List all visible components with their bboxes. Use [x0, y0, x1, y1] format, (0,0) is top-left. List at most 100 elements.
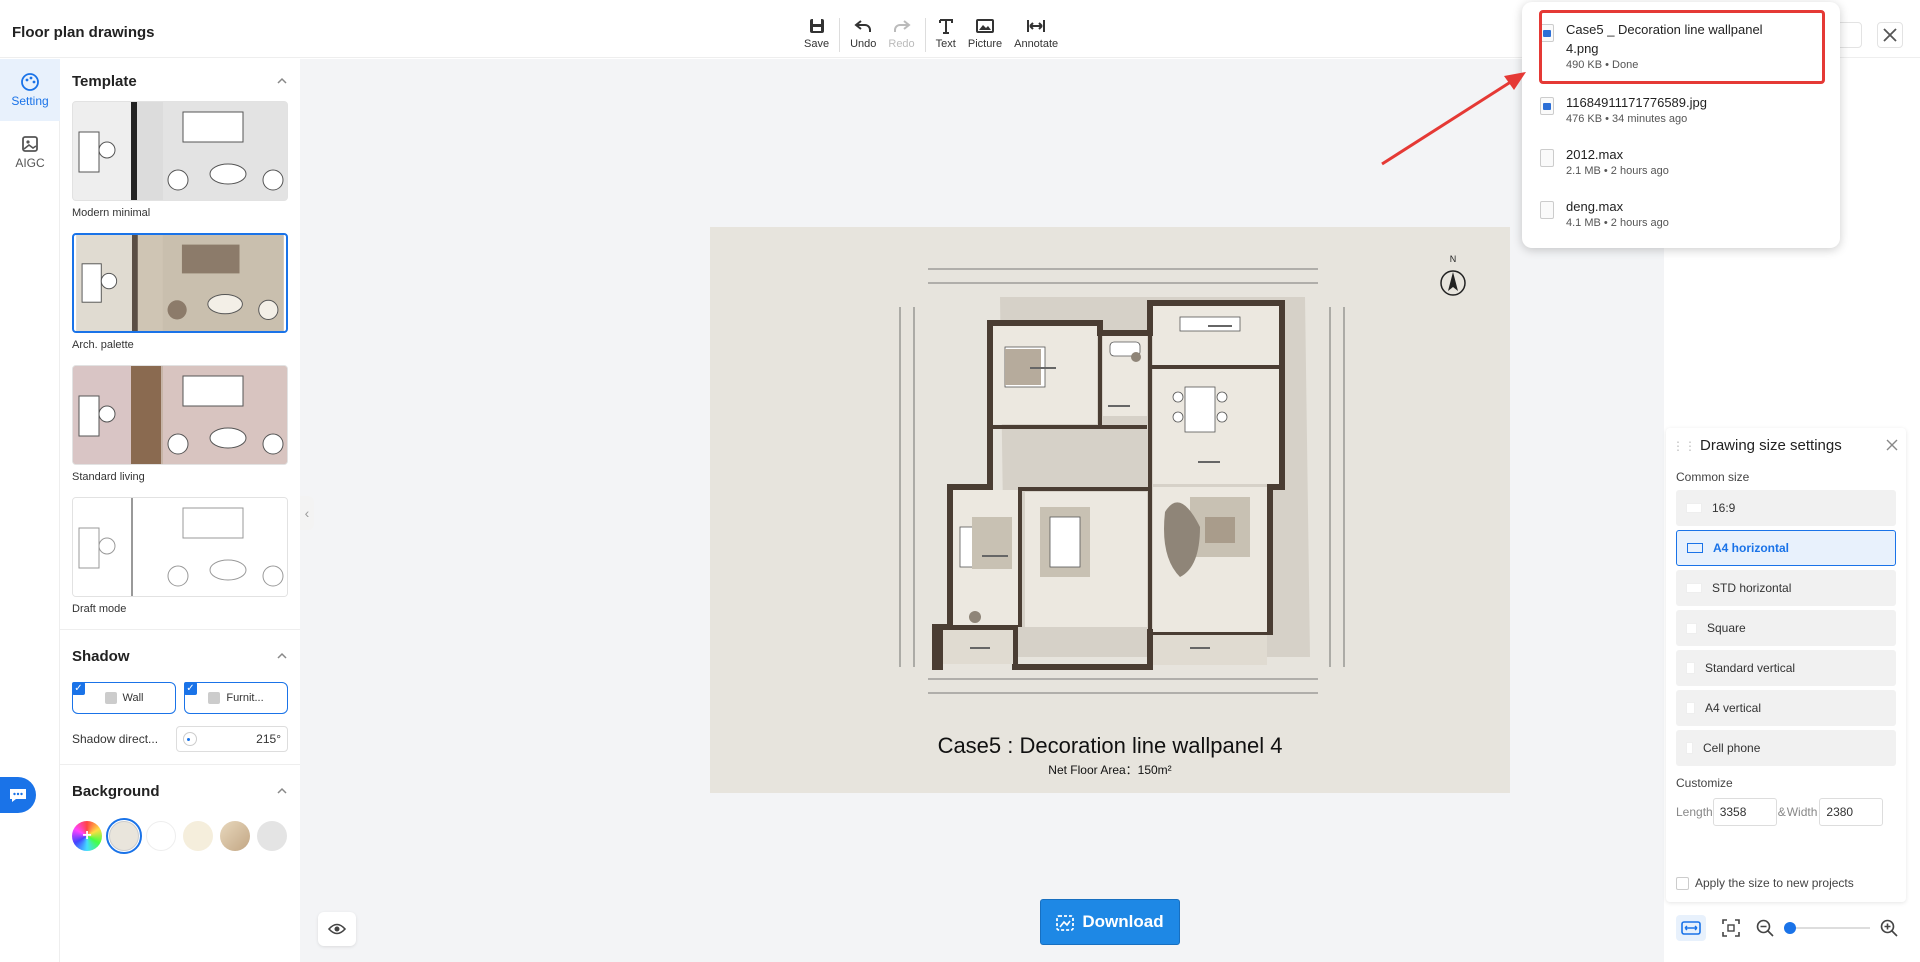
toolbar-divider — [839, 18, 841, 52]
close-button[interactable] — [1877, 22, 1903, 48]
rail-item-aigc[interactable]: AIGC — [0, 121, 60, 183]
rail-item-setting[interactable]: Setting — [0, 59, 60, 121]
template-modern-minimal[interactable]: Modern minimal — [72, 101, 288, 219]
furniture-icon — [208, 692, 221, 704]
length-input[interactable]: 3358 — [1712, 798, 1777, 826]
eye-icon — [328, 923, 346, 935]
rail-aigc-label: AIGC — [15, 156, 45, 170]
template-arch-palette[interactable]: Arch. palette — [72, 233, 288, 351]
swatch-cream[interactable] — [183, 821, 213, 851]
preview-toggle-button[interactable] — [318, 912, 356, 946]
chevron-left-icon: ‹ — [304, 505, 310, 521]
swatch-white[interactable] — [146, 821, 176, 851]
download-item[interactable]: 2012.max 2.1 MB • 2 hours ago — [1540, 145, 1830, 177]
square-icon — [1686, 622, 1697, 634]
redo-icon — [893, 20, 911, 32]
size-option-cell-phone[interactable]: Cell phone — [1676, 730, 1896, 766]
zoom-controls — [1666, 910, 1906, 946]
size-option-16-9[interactable]: 16:9 — [1676, 490, 1896, 526]
download-item[interactable]: deng.max 4.1 MB • 2 hours ago — [1540, 197, 1830, 229]
zoom-slider[interactable] — [1784, 922, 1870, 934]
furniture-shadow-checkbox[interactable]: ✓ Furnit... — [184, 682, 288, 714]
size-option-a4-vertical[interactable]: A4 vertical — [1676, 690, 1896, 726]
chat-icon — [10, 789, 26, 802]
close-icon[interactable] — [1886, 439, 1898, 451]
swatch-tan[interactable] — [220, 821, 250, 851]
landscape-icon — [1686, 583, 1702, 593]
swatch-beige[interactable] — [106, 818, 142, 854]
shadow-options: ✓ Wall ✓ Furnit... — [60, 682, 300, 714]
template-label: Modern minimal — [72, 207, 151, 219]
annotate-label: Annotate — [1014, 38, 1059, 50]
template-label: Standard living — [72, 471, 145, 483]
background-swatches: + — [60, 818, 300, 854]
size-option-std-horizontal[interactable]: STD horizontal — [1676, 570, 1896, 606]
text-label: Text — [935, 38, 956, 50]
divider — [60, 764, 300, 765]
length-label: Length — [1676, 805, 1713, 819]
chevron-up-icon — [277, 652, 287, 659]
wall-shadow-checkbox[interactable]: ✓ Wall — [72, 682, 176, 714]
size-option-standard-vertical[interactable]: Standard vertical — [1676, 650, 1896, 686]
download-button[interactable]: Download — [1040, 899, 1180, 945]
shadow-direction-input[interactable]: 215° — [176, 726, 288, 752]
template-standard-living[interactable]: Standard living — [72, 365, 288, 483]
text-button[interactable]: Text — [930, 14, 962, 52]
apply-size-label: Apply the size to new projects — [1695, 876, 1854, 890]
shadow-direction-label: Shadow direct... — [72, 732, 159, 746]
background-section-header[interactable]: Background — [60, 771, 300, 811]
shadow-direction-row: Shadow direct... 215° — [60, 726, 300, 752]
template-draft-mode[interactable]: Draft mode — [72, 497, 288, 615]
palette-icon — [21, 73, 39, 91]
annotate-icon — [1027, 20, 1046, 32]
image-ai-icon — [22, 136, 38, 152]
save-button[interactable]: Save — [798, 14, 835, 52]
template-section-header[interactable]: Template — [60, 61, 300, 101]
annotate-button[interactable]: Annotate — [1008, 14, 1064, 52]
rail-setting-label: Setting — [11, 94, 49, 108]
size-option-label: STD horizontal — [1712, 581, 1792, 595]
apply-size-checkbox[interactable]: Apply the size to new projects — [1676, 876, 1854, 890]
canvas-area[interactable]: N Case5 : Decoration line wallpanel 4 Ne… — [300, 59, 1664, 962]
fit-screen-button[interactable] — [1716, 915, 1746, 941]
floor-plan-drawing[interactable]: N Case5 : Decoration line wallpanel 4 Ne… — [710, 227, 1510, 793]
custom-color-picker[interactable]: + — [72, 821, 102, 851]
link-icon[interactable]: & — [1778, 805, 1786, 819]
fit-width-icon — [1681, 921, 1701, 935]
swatch-grey[interactable] — [257, 821, 287, 851]
file-icon — [1540, 201, 1554, 219]
image-file-icon — [1540, 97, 1554, 115]
customize-label: Customize — [1676, 776, 1733, 790]
size-option-square[interactable]: Square — [1676, 610, 1896, 646]
app-root: Floor plan drawings Save Undo Redo Text — [0, 0, 1920, 962]
drawing-size-panel: ⋮⋮ Drawing size settings Common size 16:9… — [1666, 428, 1906, 902]
template-thumbnail — [72, 101, 288, 201]
portrait-icon — [1686, 662, 1695, 674]
undo-button[interactable]: Undo — [844, 14, 882, 52]
zoom-in-icon[interactable] — [1880, 919, 1898, 937]
direction-dial-icon[interactable] — [183, 732, 197, 746]
redo-button[interactable]: Redo — [882, 14, 920, 52]
check-icon: ✓ — [72, 682, 85, 695]
redo-label: Redo — [888, 38, 915, 50]
shadow-direction-value: 215° — [256, 732, 281, 746]
template-label: Draft mode — [72, 603, 127, 615]
drag-handle-icon[interactable]: ⋮⋮ — [1672, 439, 1696, 453]
chat-support-button[interactable] — [0, 777, 36, 813]
fit-width-button[interactable] — [1676, 915, 1706, 941]
landscape-icon — [1686, 503, 1702, 513]
shadow-section-header[interactable]: Shadow — [60, 636, 300, 676]
common-size-label: Common size — [1676, 470, 1750, 484]
size-option-a4-horizontal[interactable]: A4 horizontal — [1676, 530, 1896, 566]
download-image-icon — [1056, 915, 1075, 931]
download-item[interactable]: 11684911171776589.jpg 476 KB • 34 minute… — [1540, 93, 1830, 125]
template-label: Arch. palette — [72, 339, 134, 351]
checkbox-icon — [1676, 876, 1689, 890]
shadow-heading: Shadow — [72, 647, 130, 665]
width-input[interactable]: 2380 — [1819, 798, 1884, 826]
portrait-icon — [1686, 702, 1695, 714]
fit-screen-icon — [1722, 919, 1740, 937]
picture-button[interactable]: Picture — [962, 14, 1008, 52]
zoom-out-icon[interactable] — [1756, 919, 1774, 937]
panel-collapse-handle[interactable]: ‹ — [300, 496, 314, 530]
